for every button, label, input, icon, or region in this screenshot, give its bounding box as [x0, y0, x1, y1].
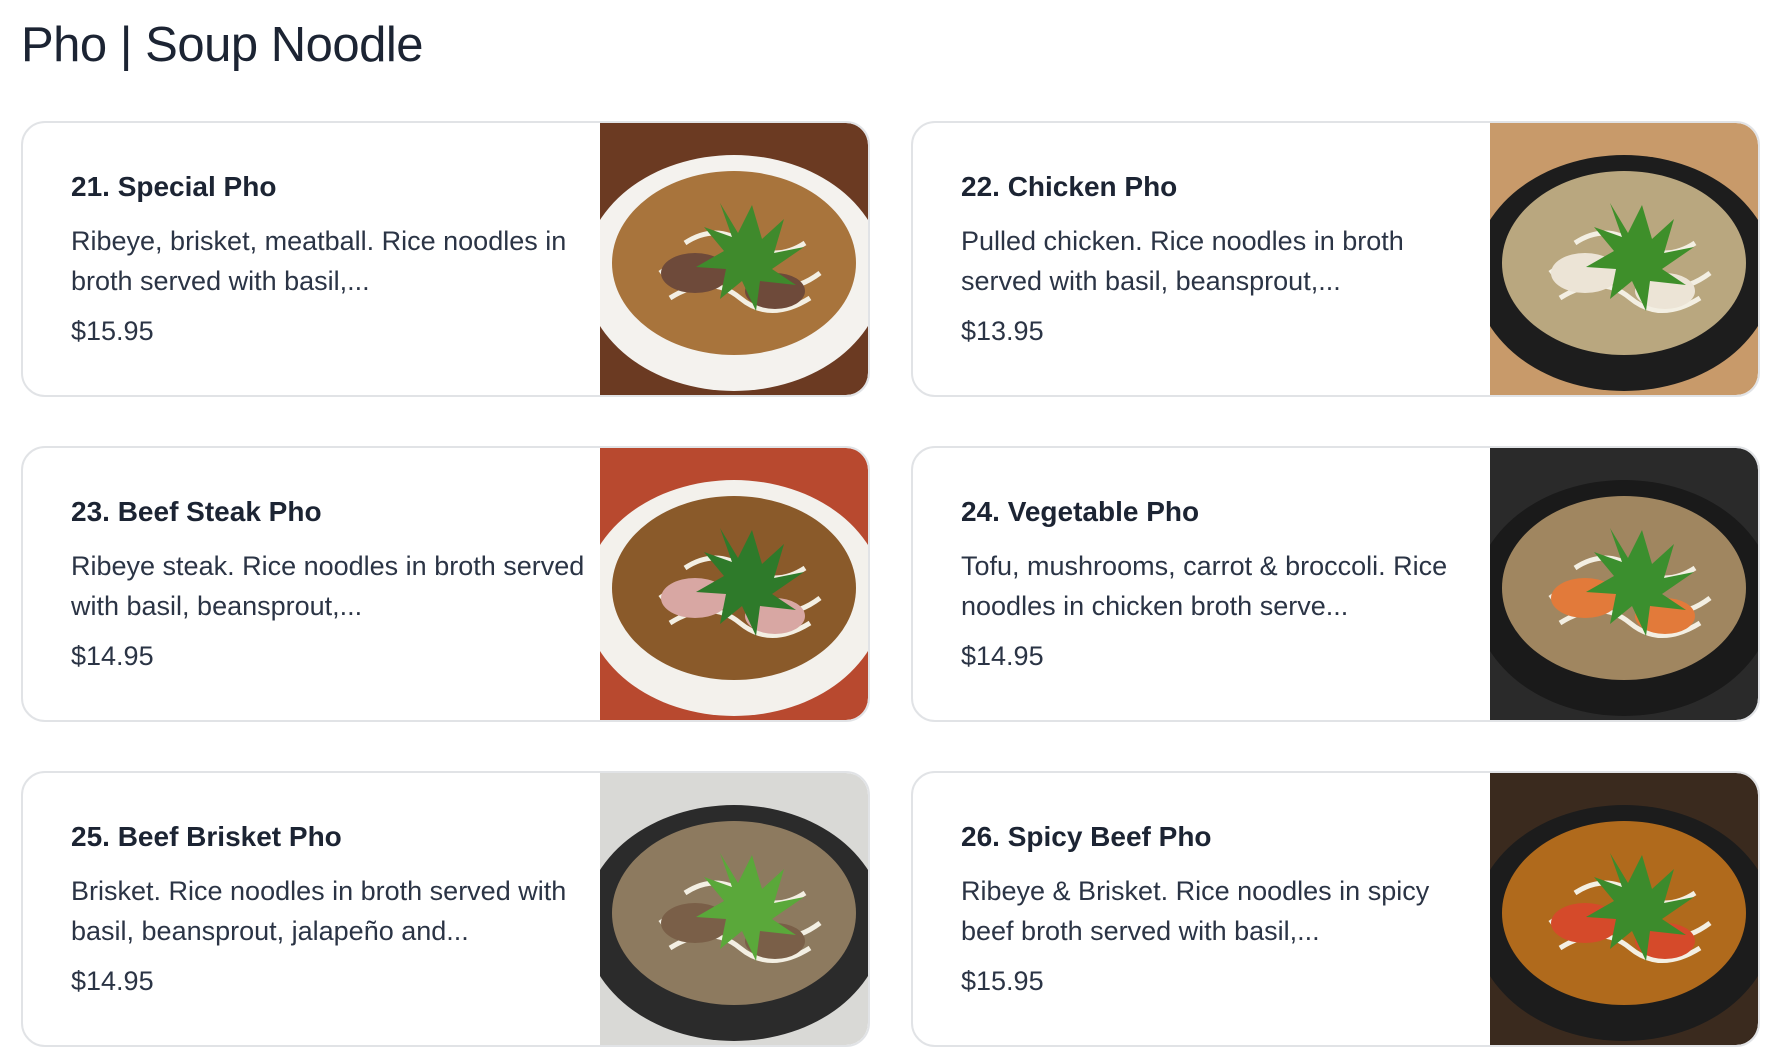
menu-item-card-2[interactable]: 22. Chicken Pho Pulled chicken. Rice noo… — [911, 121, 1760, 397]
menu-item-text: 24. Vegetable Pho Tofu, mushrooms, carro… — [961, 494, 1476, 674]
menu-item-text: 26. Spicy Beef Pho Ribeye & Brisket. Ric… — [961, 819, 1476, 999]
menu-item-name: 23. Beef Steak Pho — [71, 496, 322, 527]
menu-item-description: Ribeye, brisket, meatball. Rice noodles … — [71, 226, 567, 296]
menu-item-price: $15.95 — [961, 966, 1044, 996]
menu-item-text: 21. Special Pho Ribeye, brisket, meatbal… — [71, 169, 586, 349]
menu-item-name: 21. Special Pho — [71, 171, 277, 202]
menu-item-card-4[interactable]: 24. Vegetable Pho Tofu, mushrooms, carro… — [911, 446, 1760, 722]
menu-item-photo[interactable] — [600, 448, 868, 720]
spicy-beef-pho-photo — [1490, 773, 1758, 1045]
menu-item-card-3[interactable]: 23. Beef Steak Pho Ribeye steak. Rice no… — [21, 446, 870, 722]
menu-item-text: 25. Beef Brisket Pho Brisket. Rice noodl… — [71, 819, 586, 999]
menu-item-description: Pulled chicken. Rice noodles in broth se… — [961, 226, 1404, 296]
beef-steak-pho-photo — [600, 448, 868, 720]
menu-item-photo[interactable] — [1490, 773, 1758, 1045]
menu-item-price: $14.95 — [71, 641, 154, 671]
menu-item-name: 25. Beef Brisket Pho — [71, 821, 342, 852]
menu-item-photo[interactable] — [1490, 123, 1758, 395]
menu-item-description: Ribeye & Brisket. Rice noodles in spicy … — [961, 876, 1430, 946]
menu-item-description: Brisket. Rice noodles in broth served wi… — [71, 876, 567, 946]
menu-item-price: $14.95 — [71, 966, 154, 996]
menu-grid: 21. Special Pho Ribeye, brisket, meatbal… — [21, 121, 1760, 1047]
menu-item-price: $13.95 — [961, 316, 1044, 346]
menu-item-name: 24. Vegetable Pho — [961, 496, 1200, 527]
special-pho-photo — [600, 123, 868, 395]
menu-item-price: $15.95 — [71, 316, 154, 346]
vegetable-pho-photo — [1490, 448, 1758, 720]
beef-brisket-pho-photo — [600, 773, 868, 1045]
menu-item-photo[interactable] — [600, 123, 868, 395]
menu-item-description: Tofu, mushrooms, carrot & broccoli. Rice… — [961, 551, 1448, 621]
menu-item-description: Ribeye steak. Rice noodles in broth serv… — [71, 551, 585, 621]
menu-item-card-1[interactable]: 21. Special Pho Ribeye, brisket, meatbal… — [21, 121, 870, 397]
menu-item-card-5[interactable]: 25. Beef Brisket Pho Brisket. Rice noodl… — [21, 771, 870, 1047]
menu-item-text: 22. Chicken Pho Pulled chicken. Rice noo… — [961, 169, 1476, 349]
chicken-pho-photo — [1490, 123, 1758, 395]
menu-item-photo[interactable] — [1490, 448, 1758, 720]
section-title: Pho | Soup Noodle — [21, 18, 423, 72]
menu-item-name: 26. Spicy Beef Pho — [961, 821, 1212, 852]
menu-item-photo[interactable] — [600, 773, 868, 1045]
menu-item-card-6[interactable]: 26. Spicy Beef Pho Ribeye & Brisket. Ric… — [911, 771, 1760, 1047]
menu-item-name: 22. Chicken Pho — [961, 171, 1178, 202]
menu-item-price: $14.95 — [961, 641, 1044, 671]
menu-item-text: 23. Beef Steak Pho Ribeye steak. Rice no… — [71, 494, 586, 674]
